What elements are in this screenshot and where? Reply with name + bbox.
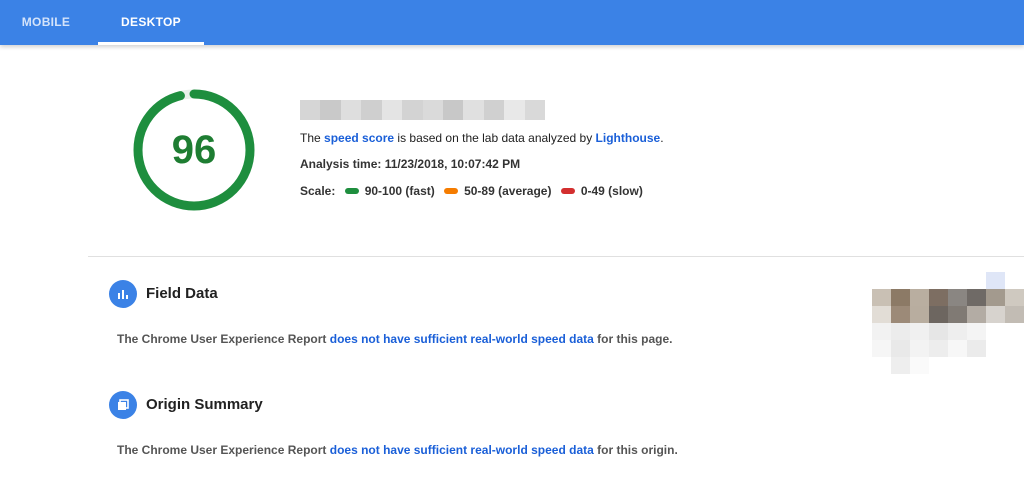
top-tab-bar: MOBILE DESKTOP	[0, 0, 1024, 45]
section-divider	[88, 256, 1024, 257]
page-screenshot-thumbnail	[872, 272, 1024, 376]
origin-summary-title: Origin Summary	[146, 396, 263, 413]
scale-slow: 0-49 (slow)	[580, 184, 643, 198]
origin-summary-text: The Chrome User Experience Report does n…	[117, 443, 678, 457]
fast-dot-icon	[344, 188, 359, 195]
origin-summary-text-pre: The Chrome User Experience Report	[117, 443, 330, 457]
scale-legend: Scale: 90-100 (fast) 50-89 (average) 0-4…	[300, 184, 643, 198]
scale-average: 50-89 (average)	[464, 184, 552, 198]
slow-dot-icon	[560, 188, 575, 195]
field-data-text-pre: The Chrome User Experience Report	[117, 332, 330, 346]
average-dot-icon	[444, 188, 459, 195]
field-data-title: Field Data	[146, 285, 218, 302]
score-description: The speed score is based on the lab data…	[300, 131, 664, 145]
scale-label: Scale:	[300, 184, 336, 198]
analysis-time: Analysis time: 11/23/2018, 10:07:42 PM	[300, 157, 521, 171]
bar-chart-icon	[109, 280, 137, 308]
lighthouse-link[interactable]: Lighthouse	[596, 131, 661, 145]
speed-score-value: 96	[171, 128, 217, 172]
field-data-link[interactable]: does not have sufficient real-world spee…	[330, 332, 594, 346]
tab-mobile[interactable]: MOBILE	[0, 0, 92, 45]
desc-text-1: The	[300, 131, 325, 145]
origin-summary-link[interactable]: does not have sufficient real-world spee…	[330, 443, 594, 457]
scale-fast: 90-100 (fast)	[364, 184, 435, 198]
field-data-text: The Chrome User Experience Report does n…	[117, 332, 672, 346]
blurred-url	[300, 100, 546, 120]
desc-text-3: .	[660, 131, 664, 145]
origin-summary-text-post: for this origin.	[593, 443, 678, 457]
field-data-text-post: for this page.	[593, 332, 673, 346]
speed-score-link[interactable]: speed score	[324, 131, 394, 145]
desc-text-2: is based on the lab data analyzed by	[394, 131, 596, 145]
tab-desktop[interactable]: DESKTOP	[98, 0, 204, 45]
copy-icon	[109, 391, 137, 419]
